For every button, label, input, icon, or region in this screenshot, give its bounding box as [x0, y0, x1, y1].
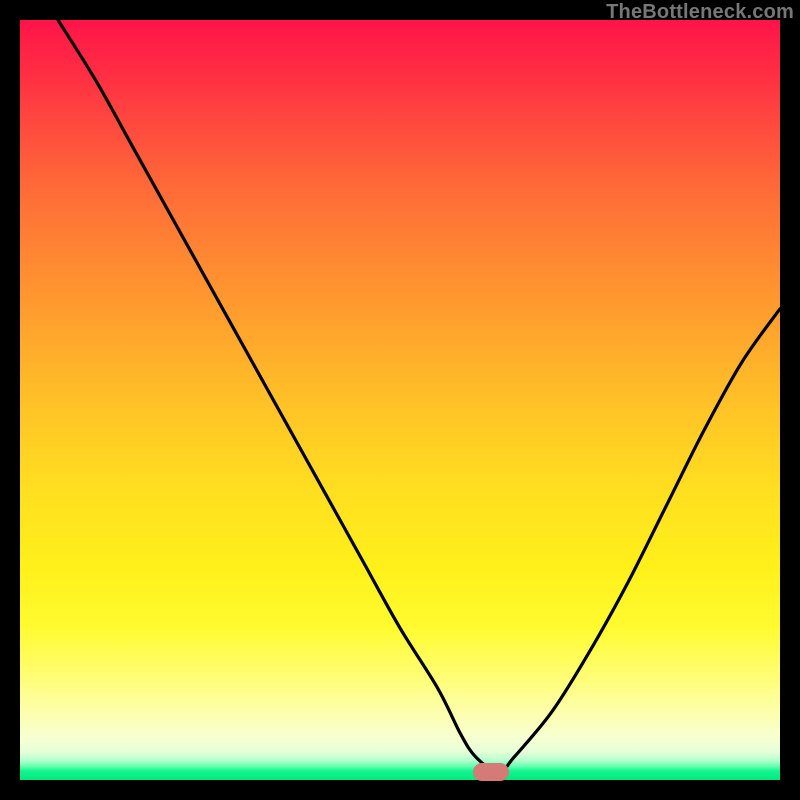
bottleneck-curve	[20, 20, 780, 780]
optimal-marker	[473, 763, 509, 781]
chart-frame	[20, 20, 780, 780]
watermark-text: TheBottleneck.com	[606, 1, 794, 24]
